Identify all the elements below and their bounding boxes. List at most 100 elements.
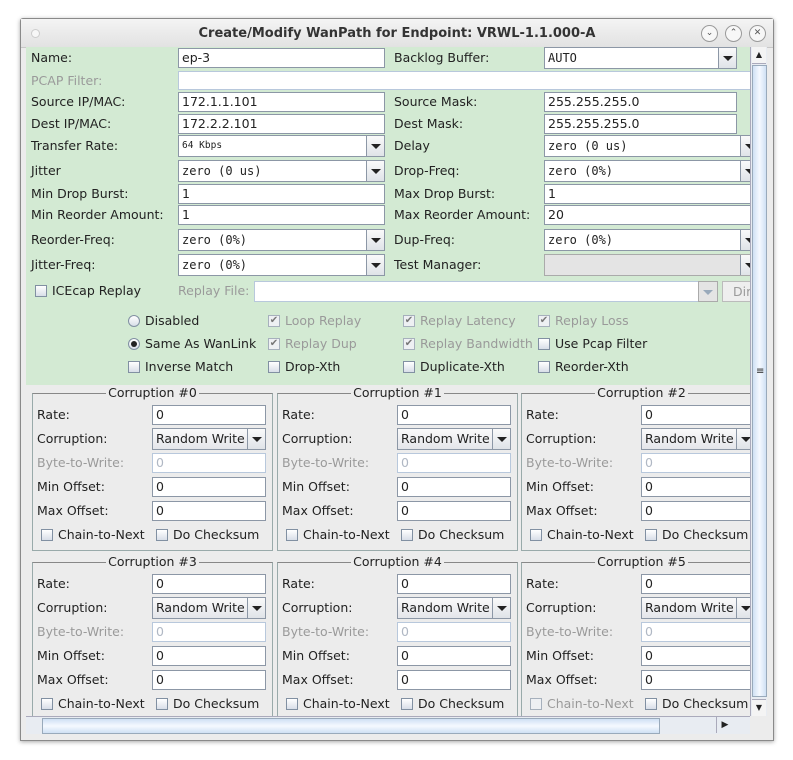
checkbox-icon[interactable]: ✔ <box>403 315 415 327</box>
vertical-scroll-thumb[interactable]: ≡ <box>752 65 767 697</box>
do-checksum-checkbox[interactable]: Do Checksum <box>645 527 748 543</box>
scroll-up-icon[interactable]: ▲ <box>752 47 766 64</box>
chevron-down-icon[interactable] <box>718 48 736 68</box>
byte-to-write-input[interactable]: 0 <box>641 453 750 473</box>
icecap-replay-checkbox[interactable]: ICEcap Replay <box>35 283 141 299</box>
corruption-type-select[interactable]: Random Write <box>641 428 750 450</box>
max-offset-input[interactable]: 0 <box>641 670 750 690</box>
drop-xth-checkbox[interactable]: Drop-Xth <box>268 359 340 375</box>
replay-latency-checkbox[interactable]: ✔ Replay Latency <box>403 313 516 329</box>
checkbox-icon[interactable] <box>268 361 280 373</box>
min-drop-burst-input[interactable]: 1 <box>178 184 385 204</box>
checkbox-icon[interactable]: ✔ <box>403 338 415 350</box>
do-checksum-checkbox[interactable]: Do Checksum <box>156 696 259 712</box>
chevron-down-icon[interactable] <box>736 598 750 618</box>
checkbox-icon[interactable] <box>530 698 542 710</box>
chain-to-next-checkbox[interactable]: Chain-to-Next <box>41 527 145 543</box>
min-offset-input[interactable]: 0 <box>397 477 511 497</box>
do-checksum-checkbox[interactable]: Do Checksum <box>156 527 259 543</box>
chevron-down-icon[interactable] <box>492 598 510 618</box>
checkbox-icon[interactable] <box>286 698 298 710</box>
jitter-freq-select[interactable]: zero (0%) <box>178 254 385 276</box>
radio-icon[interactable] <box>128 338 140 350</box>
checkbox-icon[interactable] <box>538 338 550 350</box>
min-offset-input[interactable]: 0 <box>641 646 750 666</box>
checkbox-icon[interactable]: ✔ <box>538 315 550 327</box>
rate-input[interactable]: 0 <box>152 405 266 425</box>
corruption-type-select[interactable]: Random Write <box>641 597 750 619</box>
max-reorder-input[interactable]: 20 <box>544 205 750 225</box>
min-offset-input[interactable]: 0 <box>397 646 511 666</box>
source-ip-input[interactable]: 172.1.1.101 <box>178 92 385 112</box>
inverse-match-checkbox[interactable]: Inverse Match <box>128 359 233 375</box>
checkbox-icon[interactable]: ✔ <box>268 315 280 327</box>
test-manager-select[interactable] <box>544 254 750 276</box>
vertical-scrollbar[interactable]: ▲ ≡ ▼ <box>750 47 767 716</box>
transfer-rate-select[interactable]: 64 Kbps <box>178 135 385 157</box>
replay-dup-checkbox[interactable]: ✔ Replay Dup <box>268 336 357 352</box>
max-offset-input[interactable]: 0 <box>397 670 511 690</box>
chevron-down-icon[interactable] <box>740 255 750 275</box>
chevron-down-icon[interactable] <box>740 161 750 181</box>
max-offset-input[interactable]: 0 <box>397 501 511 521</box>
min-offset-input[interactable]: 0 <box>641 477 750 497</box>
reorder-freq-select[interactable]: zero (0%) <box>178 229 385 251</box>
delay-select[interactable]: zero (0 us) <box>544 135 750 157</box>
chevron-down-icon[interactable] <box>366 230 384 250</box>
checkbox-icon[interactable] <box>401 529 413 541</box>
checkbox-icon[interactable] <box>41 529 53 541</box>
checkbox-icon[interactable] <box>401 698 413 710</box>
corruption-type-select[interactable]: Random Write <box>397 428 511 450</box>
duplicate-xth-checkbox[interactable]: Duplicate-Xth <box>403 359 505 375</box>
do-checksum-checkbox[interactable]: Do Checksum <box>401 696 504 712</box>
source-mask-input[interactable]: 255.255.255.0 <box>544 92 737 112</box>
title-bar[interactable]: Create/Modify WanPath for Endpoint: VRWL… <box>21 19 773 48</box>
corruption-type-select[interactable]: Random Write <box>397 597 511 619</box>
do-checksum-checkbox[interactable]: Do Checksum <box>401 527 504 543</box>
use-pcap-filter-checkbox[interactable]: Use Pcap Filter <box>538 336 647 352</box>
chain-to-next-checkbox[interactable]: Chain-to-Next <box>41 696 145 712</box>
checkbox-icon[interactable] <box>128 361 140 373</box>
checkbox-icon[interactable] <box>156 698 168 710</box>
byte-to-write-input[interactable]: 0 <box>641 622 750 642</box>
chevron-down-icon[interactable] <box>740 230 750 250</box>
scroll-down-icon[interactable]: ▼ <box>752 699 766 716</box>
rate-input[interactable]: 0 <box>641 574 750 594</box>
byte-to-write-input[interactable]: 0 <box>152 453 266 473</box>
chain-to-next-checkbox[interactable]: Chain-to-Next <box>286 527 390 543</box>
rate-input[interactable]: 0 <box>641 405 750 425</box>
do-checksum-checkbox[interactable]: Do Checksum <box>645 696 748 712</box>
disabled-radio[interactable]: Disabled <box>128 313 199 329</box>
replay-file-input[interactable] <box>254 281 699 302</box>
rate-input[interactable]: 0 <box>152 574 266 594</box>
name-input[interactable]: ep-3 <box>178 48 385 68</box>
chevron-down-icon[interactable] <box>366 136 384 156</box>
chevron-down-icon[interactable] <box>247 429 265 449</box>
dup-freq-select[interactable]: zero (0%) <box>544 229 750 251</box>
scroll-right-icon[interactable]: ▶ <box>716 717 733 733</box>
loop-replay-checkbox[interactable]: ✔ Loop Replay <box>268 313 361 329</box>
chevron-down-icon[interactable] <box>247 598 265 618</box>
checkbox-icon[interactable] <box>41 698 53 710</box>
max-drop-burst-input[interactable]: 1 <box>544 184 750 204</box>
checkbox-icon[interactable] <box>645 529 657 541</box>
jitter-select[interactable]: zero (0 us) <box>178 160 385 182</box>
checkbox-icon[interactable]: ✔ <box>268 338 280 350</box>
checkbox-icon[interactable] <box>403 361 415 373</box>
max-offset-input[interactable]: 0 <box>641 501 750 521</box>
checkbox-icon[interactable] <box>156 529 168 541</box>
chain-to-next-checkbox[interactable]: Chain-to-Next <box>530 527 634 543</box>
reorder-xth-checkbox[interactable]: Reorder-Xth <box>538 359 629 375</box>
window-menu-icon[interactable] <box>31 29 40 38</box>
minimize-button[interactable]: ⌄ <box>701 25 718 42</box>
chain-to-next-checkbox[interactable]: Chain-to-Next <box>286 696 390 712</box>
checkbox-icon[interactable] <box>530 529 542 541</box>
min-reorder-input[interactable]: 1 <box>178 205 385 225</box>
corruption-type-select[interactable]: Random Write <box>152 428 266 450</box>
pcap-filter-input[interactable] <box>178 71 750 90</box>
checkbox-icon[interactable] <box>645 698 657 710</box>
checkbox-icon[interactable] <box>35 285 47 297</box>
byte-to-write-input[interactable]: 0 <box>397 622 511 642</box>
close-button[interactable]: ✕ <box>749 25 766 42</box>
chevron-down-icon[interactable] <box>492 429 510 449</box>
